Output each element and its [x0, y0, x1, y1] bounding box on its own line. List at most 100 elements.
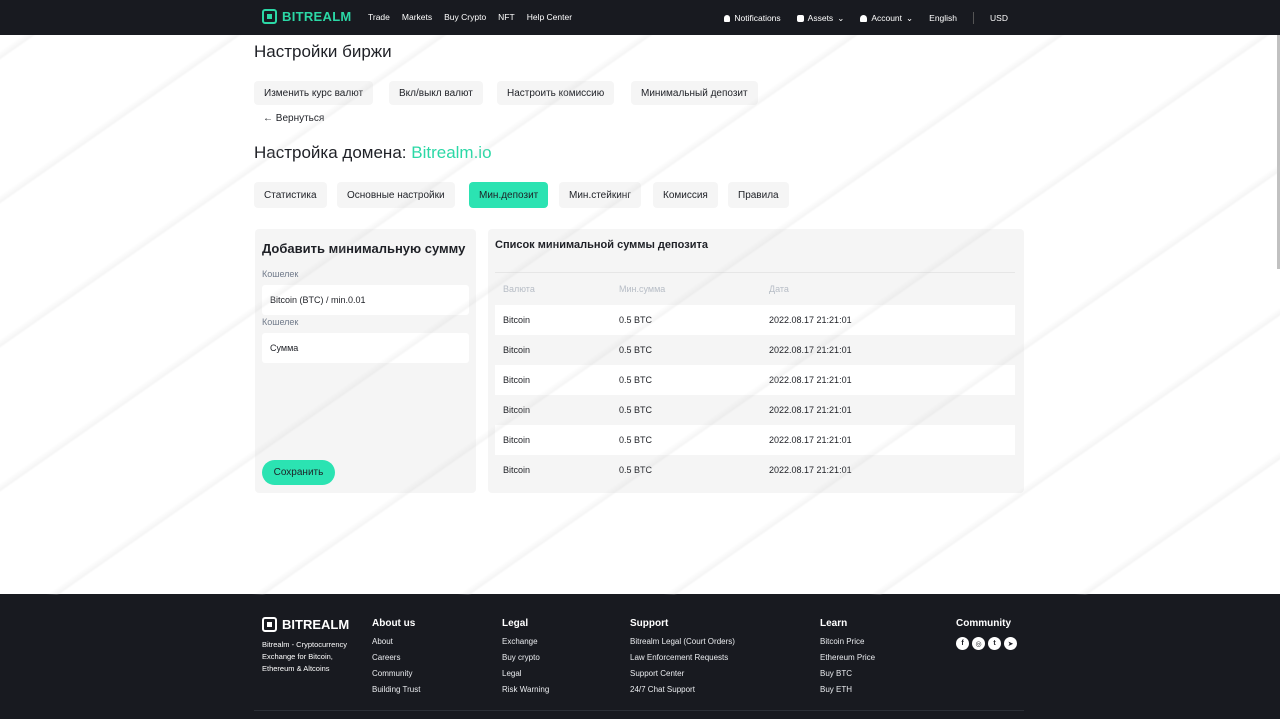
chevron-down-icon: ⌄: [837, 12, 845, 23]
footer-logo-text: BITREALM: [282, 617, 350, 632]
footer-link[interactable]: Careers: [372, 653, 420, 662]
wallet-icon: [796, 14, 804, 22]
footer-link[interactable]: Legal: [502, 669, 549, 678]
account-menu[interactable]: Account ⌄: [860, 13, 913, 24]
footer-link[interactable]: Support Center: [630, 669, 735, 678]
logo[interactable]: BITREALM: [262, 9, 352, 24]
footer-col-about: About us About Careers Community Buildin…: [372, 618, 420, 701]
tab-min-deposit[interactable]: Мин.депозит: [469, 182, 549, 208]
nav-buy-crypto[interactable]: Buy Crypto: [444, 12, 486, 22]
min-deposit-button[interactable]: Минимальный депозит: [631, 81, 758, 105]
min-deposit-list-panel: Список минимальной суммы депозита Валюта…: [488, 229, 1024, 493]
language-selector[interactable]: English: [929, 13, 957, 23]
table-row: Bitcoin 0.5 BTC 2022.08.17 21:21:01: [495, 305, 1015, 335]
cell-date: 2022.08.17 21:21:01: [769, 345, 852, 355]
domain-name: Bitrealm.io: [411, 143, 492, 162]
cell-min-amount: 0.5 BTC: [619, 315, 653, 325]
cell-date: 2022.08.17 21:21:01: [769, 375, 852, 385]
nav-trade[interactable]: Trade: [368, 12, 390, 22]
cell-date: 2022.08.17 21:21:01: [769, 465, 852, 475]
footer-heading: Community: [956, 618, 1011, 629]
add-min-amount-panel: Добавить минимальную сумму Кошелек Bitco…: [255, 229, 476, 493]
wallet-label: Кошелек: [262, 269, 299, 279]
amount-label: Кошелек: [262, 317, 299, 327]
footer-link[interactable]: Ethereum Price: [820, 653, 875, 662]
cell-min-amount: 0.5 BTC: [619, 375, 653, 385]
nav-markets[interactable]: Markets: [402, 12, 432, 22]
social-icons: f ◎ t ➤: [956, 637, 1017, 650]
page-title: Настройки биржи: [254, 42, 392, 61]
footer-link[interactable]: Bitcoin Price: [820, 637, 875, 646]
footer-col-legal: Legal Exchange Buy crypto Legal Risk War…: [502, 618, 549, 701]
column-currency: Валюта: [503, 284, 535, 294]
tab-general-settings[interactable]: Основные настройки: [337, 182, 455, 208]
column-date: Дата: [769, 284, 789, 294]
nav-nft[interactable]: NFT: [498, 12, 515, 22]
top-navbar: BITREALM Trade Markets Buy Crypto NFT He…: [0, 0, 1280, 35]
nav-divider: [973, 12, 975, 24]
notifications-link[interactable]: Notifications: [724, 13, 781, 23]
footer-link[interactable]: Buy BTC: [820, 669, 875, 678]
footer-logo[interactable]: BITREALM: [262, 617, 349, 632]
cell-currency: Bitcoin: [503, 345, 531, 355]
telegram-icon[interactable]: ➤: [1004, 637, 1017, 650]
tab-commission[interactable]: Комиссия: [653, 182, 718, 208]
domain-label: Настройка домена:: [254, 143, 407, 162]
configure-fee-button[interactable]: Настроить комиссию: [497, 81, 615, 105]
back-link[interactable]: ← Вернуться: [263, 113, 324, 124]
cell-date: 2022.08.17 21:21:01: [769, 315, 852, 325]
twitter-icon[interactable]: t: [988, 637, 1001, 650]
tab-rules[interactable]: Правила: [728, 182, 789, 208]
cell-currency: Bitcoin: [503, 465, 531, 475]
main-nav: Trade Markets Buy Crypto NFT Help Center: [368, 12, 572, 22]
cell-date: 2022.08.17 21:21:01: [769, 405, 852, 415]
column-min-amount: Мин.сумма: [619, 284, 666, 294]
table-row: Bitcoin 0.5 BTC 2022.08.17 21:21:01: [495, 455, 1015, 485]
cell-date: 2022.08.17 21:21:01: [769, 435, 852, 445]
footer-col-support: Support Bitrealm Legal (Court Orders) La…: [630, 618, 735, 701]
bell-icon: [724, 14, 731, 22]
wallet-select[interactable]: Bitcoin (BTC) / min.0.01: [262, 285, 469, 315]
footer-col-community: Community f ◎ t ➤: [956, 618, 1017, 650]
tab-statistics[interactable]: Статистика: [254, 182, 327, 208]
list-title: Список минимальной суммы депозита: [495, 239, 708, 251]
user-icon: [860, 14, 868, 22]
logo-icon: [262, 9, 277, 24]
footer-link[interactable]: Exchange: [502, 637, 549, 646]
footer-link[interactable]: Risk Warning: [502, 685, 549, 694]
notifications-label: Notifications: [734, 13, 781, 23]
footer-link[interactable]: Bitrealm Legal (Court Orders): [630, 637, 735, 646]
assets-label: Assets: [807, 13, 834, 23]
footer-link[interactable]: Law Enforcement Requests: [630, 653, 735, 662]
tab-min-staking[interactable]: Мин.стейкинг: [559, 182, 641, 208]
cell-min-amount: 0.5 BTC: [619, 465, 653, 475]
save-button[interactable]: Сохранить: [262, 460, 335, 485]
user-nav: Notifications Assets ⌄ Account ⌄ English…: [724, 12, 1008, 24]
assets-menu[interactable]: Assets ⌄: [796, 12, 845, 24]
footer-divider: [254, 710, 1024, 711]
footer-heading: About us: [372, 618, 416, 629]
nav-help-center[interactable]: Help Center: [527, 12, 572, 22]
footer-link[interactable]: 24/7 Chat Support: [630, 685, 735, 694]
toggle-currency-button[interactable]: Вкл/выкл валют: [389, 81, 483, 105]
currency-selector[interactable]: USD: [990, 13, 1008, 23]
logo-text: BITREALM: [282, 9, 352, 24]
footer-link[interactable]: About: [372, 637, 420, 646]
cell-currency: Bitcoin: [503, 405, 531, 415]
cell-min-amount: 0.5 BTC: [619, 345, 653, 355]
footer-link[interactable]: Buy crypto: [502, 653, 549, 662]
cell-currency: Bitcoin: [503, 315, 531, 325]
footer-link[interactable]: Community: [372, 669, 420, 678]
amount-input[interactable]: Сумма: [262, 333, 469, 363]
logo-icon: [262, 617, 277, 632]
cell-currency: Bitcoin: [503, 375, 531, 385]
list-divider: [495, 272, 1015, 273]
footer-link[interactable]: Buy ETH: [820, 685, 875, 694]
footer-link[interactable]: Building Trust: [372, 685, 420, 694]
facebook-icon[interactable]: f: [956, 637, 969, 650]
instagram-icon[interactable]: ◎: [972, 637, 985, 650]
form-title: Добавить минимальную сумму: [262, 241, 466, 256]
change-rate-button[interactable]: Изменить курс валют: [254, 81, 374, 105]
chevron-down-icon: ⌄: [906, 12, 914, 23]
cell-min-amount: 0.5 BTC: [619, 435, 653, 445]
